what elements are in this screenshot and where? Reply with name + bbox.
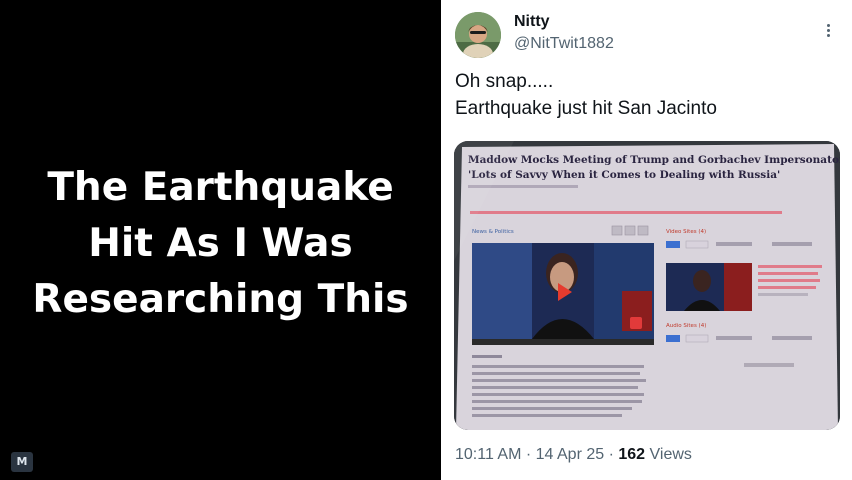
- headline-line: The Earthquake: [47, 165, 394, 210]
- tweet-text: Oh snap..... Earthquake just hit San Jac…: [455, 68, 717, 122]
- media-subheadline: 'Lots of Savvy When it Comes to Dealing …: [468, 169, 780, 181]
- tweet-text-line: Oh snap.....: [455, 71, 554, 92]
- media-video-section: Video Sites (4): [666, 229, 706, 235]
- timestamp[interactable]: 10:11 AM · 14 Apr 25 ·: [455, 446, 618, 463]
- more-vertical-icon[interactable]: [822, 22, 834, 40]
- tweet-meta: 10:11 AM · 14 Apr 25 · 162 Views: [455, 446, 692, 464]
- media-news-tab: News & Politics: [472, 229, 514, 235]
- tweet-card: Nitty @NitTwit1882 Oh snap..... Earthqua…: [441, 0, 852, 480]
- avatar[interactable]: [455, 12, 501, 58]
- user-handle[interactable]: @NitTwit1882: [514, 35, 614, 53]
- headline-line: Hit As I Was: [88, 221, 353, 266]
- media-audio-section: Audio Sites (4): [666, 323, 706, 329]
- left-panel: The Earthquake Hit As I Was Researching …: [0, 0, 441, 480]
- watermark-logo: M: [11, 452, 33, 472]
- media-headline: Maddow Mocks Meeting of Trump and Gorbac…: [468, 154, 840, 166]
- views-label: Views: [645, 446, 692, 463]
- user-name[interactable]: Nitty: [514, 13, 550, 31]
- headline: The Earthquake Hit As I Was Researching …: [0, 160, 441, 328]
- views-count: 162: [618, 446, 646, 463]
- tweet-text-line: Earthquake just hit San Jacinto: [455, 98, 717, 119]
- headline-line: Researching This: [32, 277, 409, 322]
- tweet-media-photo[interactable]: Maddow Mocks Meeting of Trump and Gorbac…: [454, 141, 840, 430]
